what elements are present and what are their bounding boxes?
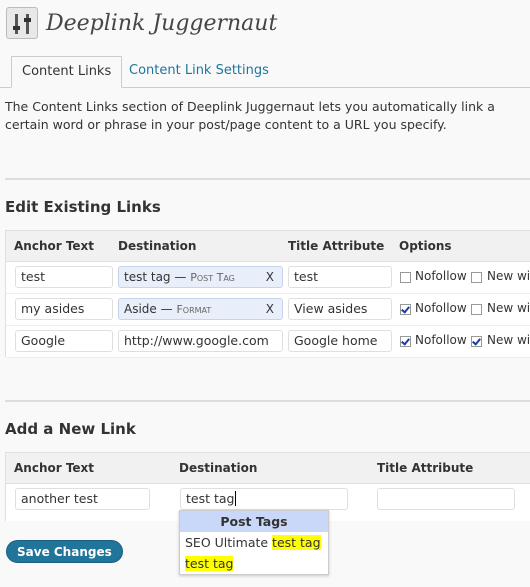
col-destination: Destination — [179, 461, 258, 475]
suggestion-item[interactable]: test tag — [180, 553, 328, 574]
tab-content-links[interactable]: Content Links — [11, 56, 123, 88]
new-window-label: New win — [487, 301, 530, 315]
intro-text: The Content Links section of Deeplink Ju… — [5, 99, 495, 132]
token-label: Aside — [124, 302, 157, 316]
nofollow-checkbox[interactable] — [400, 304, 411, 315]
col-options: Options — [399, 239, 452, 253]
save-changes-button[interactable]: Save Changes — [6, 540, 123, 563]
col-anchor-text: Anchor Text — [14, 461, 95, 475]
col-destination: Destination — [118, 239, 197, 253]
token-type: Post Tag — [190, 271, 235, 284]
new-anchor-text-input[interactable]: another test — [15, 488, 150, 510]
token-type: Format — [176, 303, 212, 316]
new-destination-input[interactable]: test tag — [180, 488, 348, 510]
new-window-checkbox[interactable] — [471, 336, 482, 347]
table-row: my asides Aside — Format X View asides N… — [6, 294, 530, 326]
title-attribute-input[interactable]: test — [288, 266, 392, 288]
token-label: test tag — [124, 270, 171, 284]
token-separator: — — [174, 270, 191, 284]
col-title-attribute: Title Attribute — [377, 461, 474, 475]
edit-section-title: Edit Existing Links — [5, 198, 161, 216]
title-attribute-input[interactable]: View asides — [288, 298, 392, 320]
suggestion-prefix: SEO Ultimate — [185, 535, 273, 550]
new-window-label: New win — [487, 269, 530, 283]
anchor-text-input[interactable]: Google — [15, 330, 113, 352]
page-header: Deeplink Juggernaut — [6, 6, 277, 40]
divider — [5, 178, 530, 180]
sliders-icon — [6, 7, 38, 39]
nofollow-label: Nofollow — [415, 269, 467, 283]
new-window-checkbox[interactable] — [471, 272, 482, 283]
edit-links-table: Anchor Text Destination Title Attribute … — [5, 230, 530, 358]
suggestion-match: test tag — [272, 535, 321, 550]
new-window-checkbox[interactable] — [471, 304, 482, 315]
anchor-text-input[interactable]: my asides — [15, 298, 113, 320]
autocomplete-dropdown: Post Tags SEO Ultimate test tag test tag — [179, 510, 329, 575]
table-row: test test tag — Post Tag X test Nofollow… — [6, 262, 530, 294]
destination-token[interactable]: test tag — Post Tag X — [118, 266, 283, 288]
suggestion-match: test tag — [185, 556, 234, 571]
nofollow-label: Nofollow — [415, 301, 467, 315]
tab-bar: Content Links Content Link Settings — [0, 56, 530, 88]
table-row: Google http://www.google.com Google home… — [6, 326, 530, 358]
remove-token-button[interactable]: X — [266, 299, 274, 319]
destination-typed-text: test tag — [186, 491, 235, 506]
token-separator: — — [160, 302, 177, 316]
suggestion-item[interactable]: SEO Ultimate test tag — [180, 532, 328, 553]
anchor-text-input[interactable]: test — [15, 266, 113, 288]
nofollow-checkbox[interactable] — [400, 336, 411, 347]
text-cursor — [235, 491, 237, 506]
tab-content-link-settings[interactable]: Content Link Settings — [119, 56, 279, 86]
new-window-label: New win — [487, 333, 530, 347]
col-anchor-text: Anchor Text — [14, 239, 95, 253]
dropdown-group-header: Post Tags — [180, 511, 328, 532]
destination-input[interactable]: http://www.google.com — [118, 330, 283, 352]
nofollow-checkbox[interactable] — [400, 272, 411, 283]
table-header: Anchor Text Destination Title Attribute … — [6, 231, 530, 262]
destination-token[interactable]: Aside — Format X — [118, 298, 283, 320]
table-header: Anchor Text Destination Title Attribute — [6, 453, 530, 484]
page-title: Deeplink Juggernaut — [46, 10, 278, 36]
new-title-attribute-input[interactable] — [377, 488, 515, 510]
col-title-attribute: Title Attribute — [288, 239, 385, 253]
divider — [5, 400, 530, 402]
title-attribute-input[interactable]: Google home — [288, 330, 392, 352]
add-section-title: Add a New Link — [5, 420, 136, 438]
remove-token-button[interactable]: X — [266, 267, 274, 287]
nofollow-label: Nofollow — [415, 333, 467, 347]
